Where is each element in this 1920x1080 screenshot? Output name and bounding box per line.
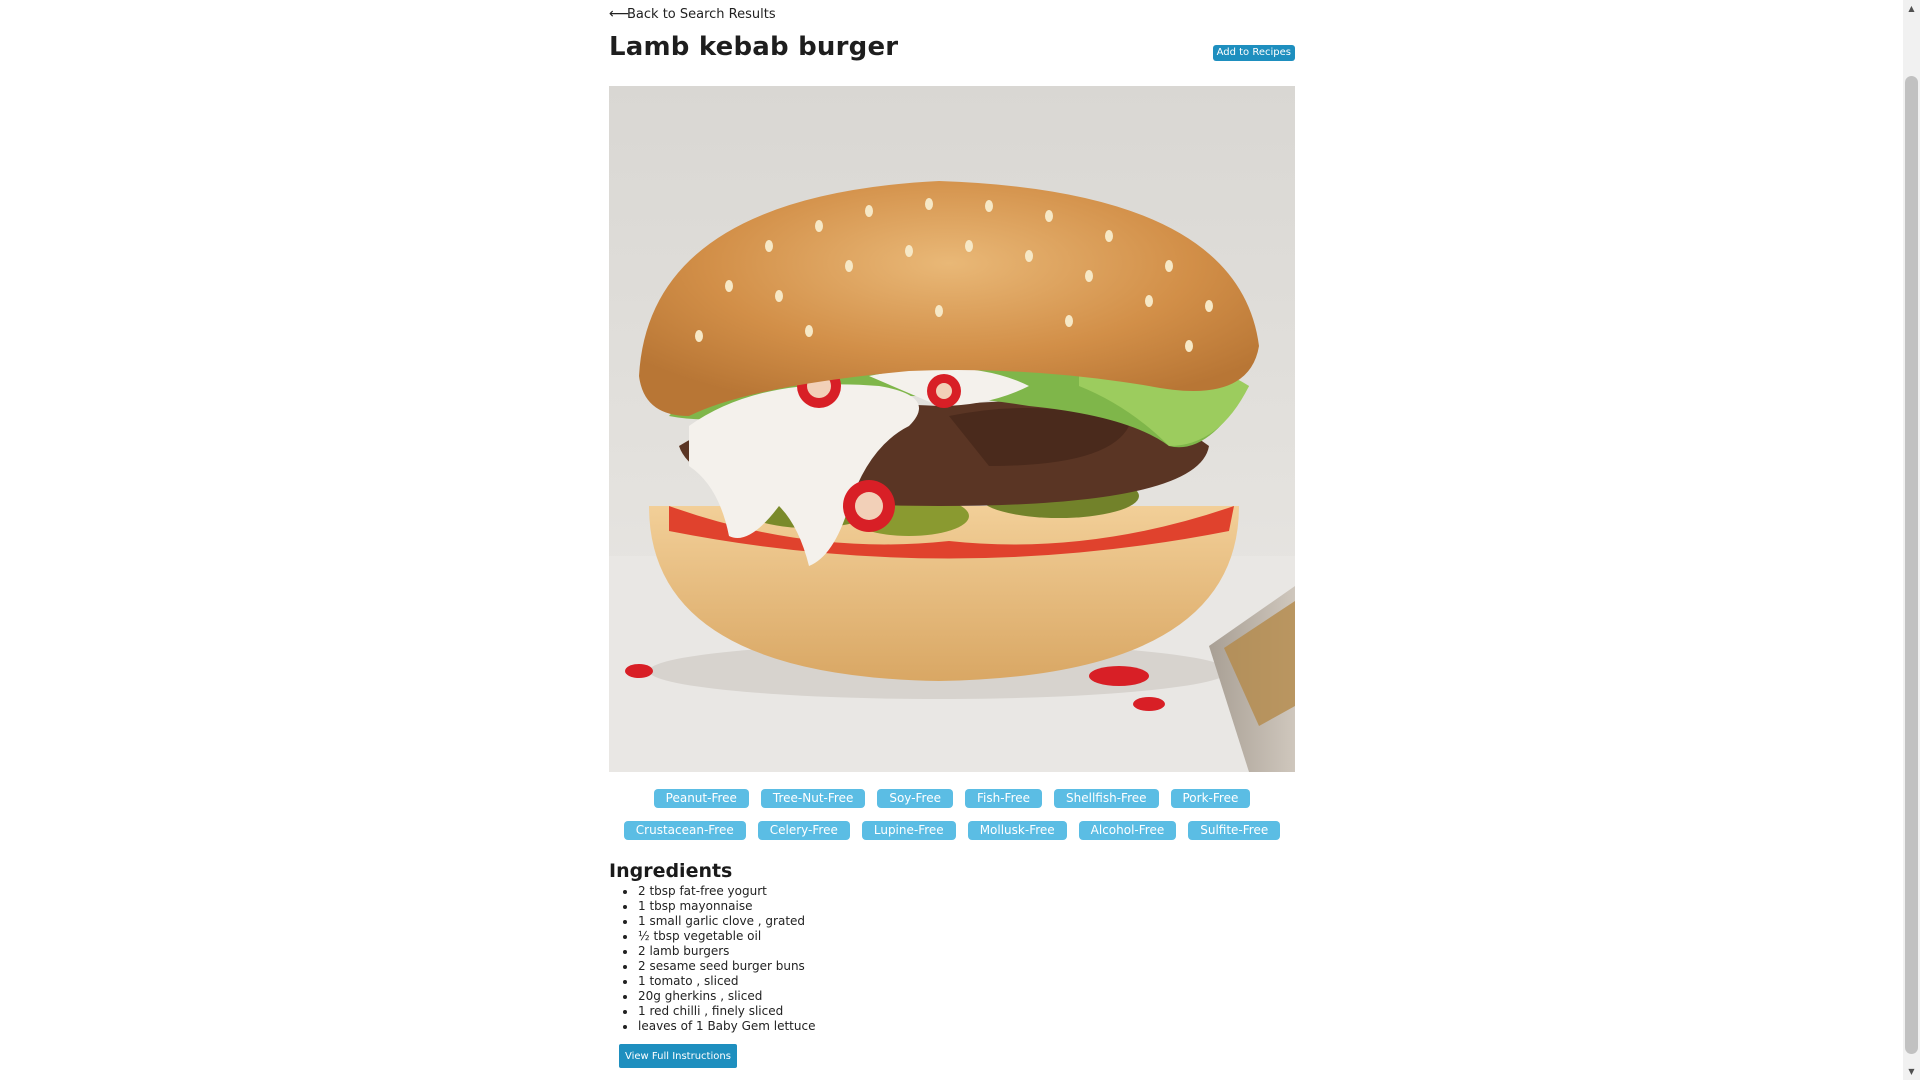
tag-celery-free[interactable]: Celery-Free [757,821,850,840]
page-title: Lamb kebab burger [609,32,899,62]
tag-shellfish-free[interactable]: Shellfish-Free [1054,789,1159,808]
list-item: 1 tomato , sliced [623,974,1295,989]
scroll-down-icon[interactable]: ▼ [1903,1063,1920,1080]
diet-tags: Peanut-Free Tree-Nut-Free Soy-Free Fish-… [609,789,1295,840]
tag-row: Peanut-Free Tree-Nut-Free Soy-Free Fish-… [653,789,1251,808]
scroll-up-icon[interactable]: ▲ [1903,0,1920,17]
list-item: 2 lamb burgers [623,944,1295,959]
tag-lupine-free[interactable]: Lupine-Free [861,821,956,840]
view-full-instructions-button[interactable]: View Full Instructions [619,1044,737,1068]
list-item: leaves of 1 Baby Gem lettuce [623,1019,1295,1034]
tag-tree-nut-free[interactable]: Tree-Nut-Free [760,789,866,808]
list-item: 1 tbsp mayonnaise [623,899,1295,914]
arrow-left-icon: ⟵ [609,6,630,22]
tag-soy-free[interactable]: Soy-Free [877,789,953,808]
tag-mollusk-free[interactable]: Mollusk-Free [967,821,1067,840]
ingredients-heading: Ingredients [609,860,733,882]
list-item: 1 red chilli , finely sliced [623,1004,1295,1019]
list-item: 2 tbsp fat-free yogurt [623,884,1295,899]
tag-peanut-free[interactable]: Peanut-Free [653,789,749,808]
back-to-search-link[interactable]: ⟵ Back to Search Results [609,0,1295,25]
back-link-label: Back to Search Results [627,6,776,22]
ingredients-list: 2 tbsp fat-free yogurt 1 tbsp mayonnaise… [609,884,1295,1034]
tag-pork-free[interactable]: Pork-Free [1170,789,1251,808]
burger-photo-icon [609,181,1295,772]
tag-fish-free[interactable]: Fish-Free [965,789,1043,808]
list-item: 1 small garlic clove , grated [623,914,1295,929]
recipe-content: ⟵ Back to Search Results Lamb kebab burg… [609,0,1295,1068]
list-item: ½ tbsp vegetable oil [623,929,1295,944]
list-item: 2 sesame seed burger buns [623,959,1295,974]
scrollbar-thumb[interactable] [1905,76,1918,1054]
vertical-scrollbar[interactable]: ▲ ▼ [1903,0,1920,1080]
add-to-recipes-button[interactable]: Add to Recipes [1212,45,1295,61]
recipe-image [609,86,1295,772]
tag-crustacean-free[interactable]: Crustacean-Free [623,821,746,840]
tag-row: Crustacean-Free Celery-Free Lupine-Free … [623,821,1281,840]
list-item: 20g gherkins , sliced [623,989,1295,1004]
tag-alcohol-free[interactable]: Alcohol-Free [1078,821,1177,840]
title-row: Lamb kebab burger Add to Recipes [609,25,1295,86]
page: ⟵ Back to Search Results Lamb kebab burg… [0,0,1920,1080]
tag-sulfite-free[interactable]: Sulfite-Free [1188,821,1281,840]
